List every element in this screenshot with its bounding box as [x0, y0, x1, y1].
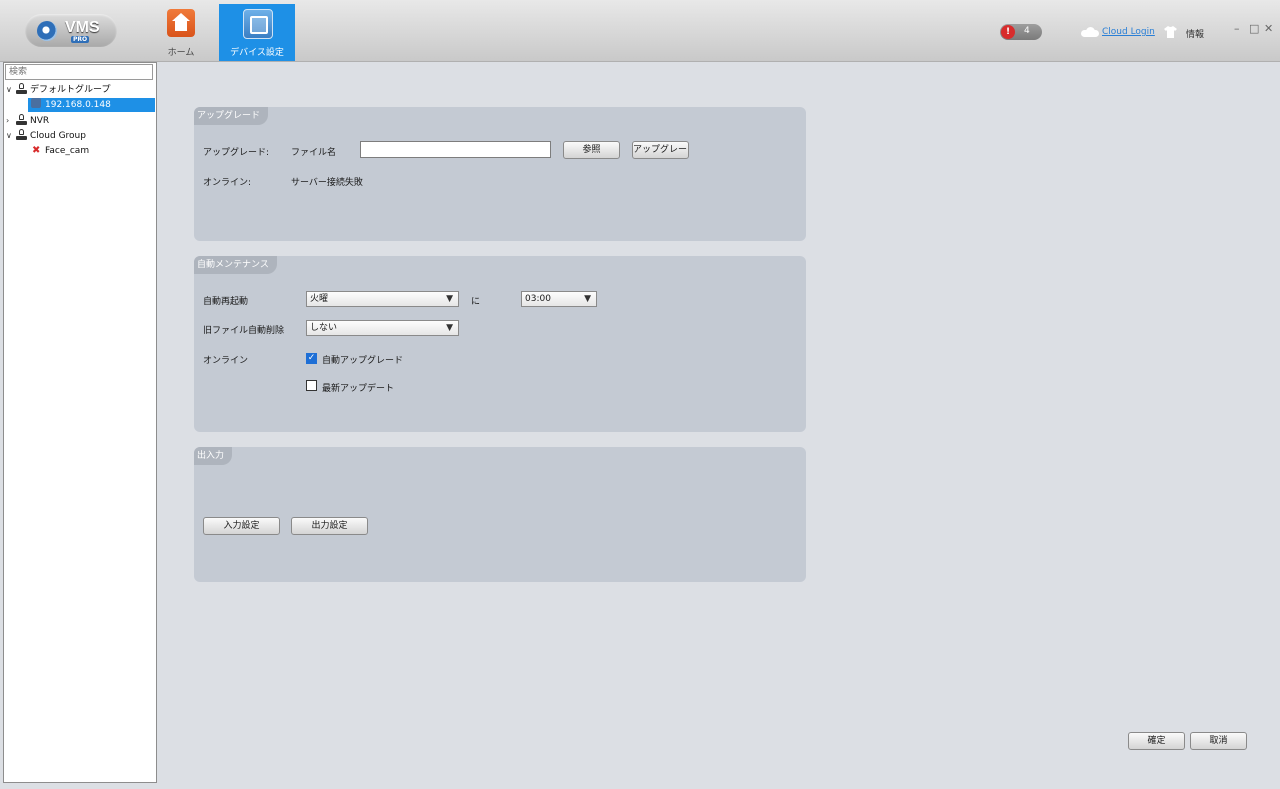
auto-delete-label: 旧ファイル自動削除	[203, 326, 285, 336]
tab-device-settings[interactable]: デバイス設定	[219, 4, 295, 61]
tab-home[interactable]: ホーム	[143, 4, 219, 61]
shirt-icon[interactable]	[1164, 26, 1177, 38]
maintenance-online-label: オンライン	[203, 356, 249, 366]
filename-input[interactable]	[360, 141, 551, 158]
group-icon	[16, 129, 27, 140]
dropdown-arrow-icon: ▼	[446, 323, 453, 333]
tree-item-label: NVR	[30, 116, 50, 126]
filename-label: ファイル名	[291, 148, 337, 158]
upgrade-label: アップグレード:	[203, 148, 270, 158]
chevron-right-icon[interactable]: ›	[6, 114, 16, 128]
group-icon	[16, 114, 27, 125]
browse-button[interactable]: 参照	[563, 141, 620, 159]
reboot-time-value: 03:00	[525, 294, 551, 304]
tab-home-label: ホーム	[167, 48, 195, 58]
tree-item-face-cam[interactable]: ✖ Face_cam	[32, 144, 89, 158]
chevron-down-icon[interactable]: ∨	[6, 129, 16, 143]
at-label: に	[471, 297, 481, 307]
tree-item-device-192-168-0-148[interactable]: 192.168.0.148	[28, 98, 155, 112]
latest-update-label: 最新アップデート	[322, 384, 395, 394]
chevron-down-icon[interactable]: ∨	[6, 83, 16, 97]
alert-count: 4	[1024, 26, 1030, 36]
cancel-button[interactable]: 取消	[1190, 732, 1247, 750]
latest-update-checkbox[interactable]	[306, 380, 317, 391]
device-settings-icon	[243, 9, 273, 39]
tree-item-label: デフォルトグループ	[30, 85, 111, 95]
maintenance-panel: 自動メンテナンス 自動再起動 火曜 ▼ に 03:00 ▼ 旧ファイル自動削除 …	[194, 256, 806, 432]
tree-item-label: Cloud Group	[30, 131, 86, 141]
camera-device-icon	[31, 98, 41, 108]
tree-item-label: 192.168.0.148	[45, 100, 111, 110]
io-panel-title: 出入力	[194, 447, 233, 465]
upgrade-button[interactable]: アップグレード	[632, 141, 689, 159]
auto-reboot-label: 自動再起動	[203, 297, 249, 307]
alert-icon: !	[1001, 25, 1015, 39]
logo-text: VMS	[65, 19, 100, 36]
online-label: オンライン:	[203, 178, 252, 188]
home-icon	[167, 9, 195, 37]
offline-x-icon: ✖	[32, 145, 41, 156]
cloud-icon	[1081, 27, 1099, 37]
maintenance-panel-title: 自動メンテナンス	[194, 256, 277, 274]
dropdown-arrow-icon: ▼	[584, 294, 591, 304]
auto-upgrade-checkbox[interactable]: ✓	[306, 353, 317, 364]
group-icon	[16, 83, 27, 94]
output-settings-button[interactable]: 出力設定	[291, 517, 368, 535]
upgrade-panel: アップグレード アップグレード: ファイル名 参照 アップグレード オンライン:…	[194, 107, 806, 241]
tree-item-label: Face_cam	[45, 146, 90, 156]
reboot-day-value: 火曜	[310, 294, 329, 304]
upgrade-panel-title: アップグレード	[194, 107, 269, 125]
top-bar: VMS PRO ホーム デバイス設定 ! 4 Cloud Login 情報 – …	[0, 0, 1280, 62]
tree-item-nvr[interactable]: › NVR	[6, 114, 49, 128]
minimize-button[interactable]: –	[1234, 22, 1240, 35]
tab-device-settings-label: デバイス設定	[230, 48, 284, 58]
auto-upgrade-label: 自動アップグレード	[322, 356, 404, 366]
reboot-day-select[interactable]: 火曜 ▼	[306, 291, 459, 307]
ok-button[interactable]: 確定	[1128, 732, 1185, 750]
search-input[interactable]	[5, 64, 153, 80]
io-panel: 出入力 入力設定 出力設定	[194, 447, 806, 582]
eye-logo-icon	[37, 21, 57, 41]
dropdown-arrow-icon: ▼	[446, 294, 453, 304]
tree-item-default-group[interactable]: ∨ デフォルトグループ	[6, 83, 110, 97]
auto-delete-value: しない	[310, 323, 338, 333]
online-status: サーバー接続失敗	[291, 178, 363, 188]
reboot-time-select[interactable]: 03:00 ▼	[521, 291, 597, 307]
app-logo: VMS PRO	[25, 14, 117, 47]
cloud-login-link[interactable]: Cloud Login	[1102, 27, 1155, 37]
info-label[interactable]: 情報	[1186, 27, 1204, 40]
close-button[interactable]: ✕	[1264, 22, 1273, 35]
logo-sub-badge: PRO	[71, 36, 90, 43]
alert-counter[interactable]: ! 4	[1000, 24, 1042, 40]
tree-item-cloud-group[interactable]: ∨ Cloud Group	[6, 129, 86, 143]
device-tree-sidebar: ∨ デフォルトグループ 192.168.0.148 › NVR ∨ Cloud Gro…	[3, 62, 157, 783]
maximize-button[interactable]: □	[1249, 22, 1259, 35]
input-settings-button[interactable]: 入力設定	[203, 517, 280, 535]
auto-delete-select[interactable]: しない ▼	[306, 320, 459, 336]
